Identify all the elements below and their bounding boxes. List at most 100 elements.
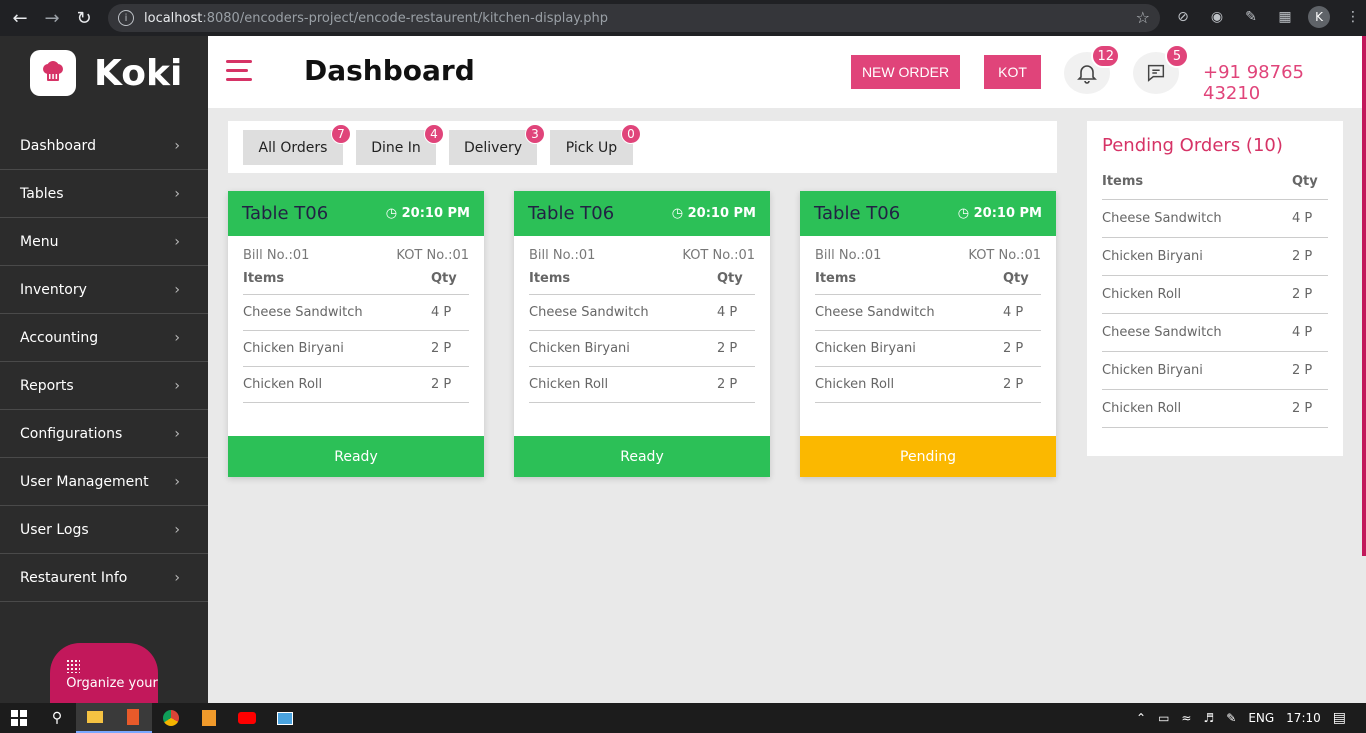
table-name: Table T06 — [814, 203, 901, 224]
sidebar-item-user-logs[interactable]: User Logs › — [0, 506, 208, 554]
item-name: Chicken Roll — [529, 377, 609, 392]
filter-count-badge: 7 — [331, 124, 351, 144]
bookmark-star-icon[interactable]: ☆ — [1136, 8, 1150, 27]
notifications-button[interactable]: 12 — [1064, 44, 1120, 94]
app-icon[interactable] — [114, 703, 152, 733]
filter-label: Pick Up — [565, 139, 618, 156]
sidebar-item-accounting[interactable]: Accounting › — [0, 314, 208, 362]
item-qty: 2 P — [431, 377, 452, 392]
sidebar-item-dashboard[interactable]: Dashboard › — [0, 122, 208, 170]
pen-icon[interactable]: ✎ — [1226, 711, 1236, 725]
list-item: Chicken Biryani 2 P — [1102, 238, 1328, 276]
sidebar-item-inventory[interactable]: Inventory › — [0, 266, 208, 314]
filter-pick-up[interactable]: Pick Up 0 — [550, 124, 641, 165]
kot-button[interactable]: KOT — [984, 55, 1041, 89]
sidebar-item-tables[interactable]: Tables › — [0, 170, 208, 218]
file-explorer-icon[interactable] — [76, 703, 114, 733]
order-time: ◷ 20:10 PM — [672, 206, 756, 221]
order-time-text: 20:10 PM — [973, 206, 1042, 221]
order-card: Table T06 ◷ 20:10 PM Bill No.:01 KOT No.:… — [514, 191, 770, 477]
item-qty: 4 P — [431, 305, 452, 320]
item-name: Chicken Biryani — [529, 341, 630, 356]
browser-menu-icon[interactable]: ⋮ — [1342, 6, 1364, 28]
sidebar-item-configurations[interactable]: Configurations › — [0, 410, 208, 458]
chevron-right-icon: › — [174, 233, 180, 250]
back-icon[interactable]: ← — [8, 6, 32, 30]
browser-toolbar: ← → ↻ i localhost:8080/encoders-project/… — [0, 0, 1366, 36]
notification-center-icon[interactable]: ▤ — [1333, 710, 1346, 726]
windows-start-icon[interactable] — [0, 703, 38, 733]
forward-icon[interactable]: → — [40, 6, 64, 30]
chat-icon — [1147, 64, 1165, 82]
battery-icon[interactable]: ▭ — [1158, 711, 1169, 725]
list-item: Cheese Sandwitch 4 P — [529, 295, 755, 331]
clock[interactable]: 17:10 — [1286, 711, 1321, 725]
qty-header: Qty — [1292, 174, 1318, 189]
brand-logo[interactable]: Koki — [0, 36, 208, 110]
sublime-text-icon[interactable] — [190, 703, 228, 733]
camera-extension-icon[interactable]: ◉ — [1206, 6, 1228, 28]
site-info-icon[interactable]: i — [118, 10, 134, 26]
chrome-icon[interactable] — [152, 703, 190, 733]
item-qty: 2 P — [1292, 401, 1313, 416]
sidebar-item-label: Dashboard — [20, 137, 96, 154]
order-card-header: Table T06 ◷ 20:10 PM — [800, 191, 1056, 236]
system-tray: ⌃ ▭ ≈ ♬ ✎ ENG 17:10 ▤ — [1136, 703, 1366, 733]
status-ready-button[interactable]: Ready — [514, 436, 770, 477]
order-time: ◷ 20:10 PM — [958, 206, 1042, 221]
order-card-body: Bill No.:01 KOT No.:01 Items Qty Cheese Sa… — [800, 236, 1056, 436]
puzzle-extensions-icon[interactable]: ▦ — [1274, 6, 1296, 28]
items-header: Items — [529, 271, 571, 286]
sidebar-item-label: Menu — [20, 233, 59, 250]
filter-delivery[interactable]: Delivery 3 — [449, 124, 545, 165]
status-ready-button[interactable]: Ready — [228, 436, 484, 477]
item-qty: 2 P — [717, 377, 738, 392]
list-item: Chicken Roll 2 P — [1102, 276, 1328, 314]
item-qty: 4 P — [717, 305, 738, 320]
block-extension-icon[interactable]: ⊘ — [1172, 6, 1194, 28]
sidebar-item-restaurent-info[interactable]: Restaurent Info › — [0, 554, 208, 602]
sidebar-item-user-management[interactable]: User Management › — [0, 458, 208, 506]
scrollbar-accent[interactable] — [1362, 36, 1366, 556]
address-bar[interactable]: i localhost:8080/encoders-project/encode… — [108, 4, 1160, 32]
wifi-icon[interactable]: ≈ — [1181, 711, 1191, 725]
items-header: Items — [815, 271, 857, 286]
top-bar: Dashboard NEW ORDER KOT 12 5 +91 98765 4… — [208, 36, 1364, 108]
filter-dine-in[interactable]: Dine In 4 — [356, 124, 444, 165]
filter-all-orders[interactable]: All Orders 7 — [243, 124, 351, 165]
notifications-badge: 12 — [1091, 44, 1120, 68]
messages-button[interactable]: 5 — [1133, 44, 1189, 94]
sidebar-menu: Dashboard › Tables › Menu › Inventory › Acco… — [0, 122, 208, 602]
pending-orders-title: Pending Orders (10) — [1102, 135, 1283, 156]
filter-label: Dine In — [371, 139, 421, 156]
new-order-button[interactable]: NEW ORDER — [851, 55, 960, 89]
order-card-header: Table T06 ◷ 20:10 PM — [228, 191, 484, 236]
sidebar-item-reports[interactable]: Reports › — [0, 362, 208, 410]
order-time-text: 20:10 PM — [401, 206, 470, 221]
search-icon[interactable]: ⚲ — [38, 703, 76, 733]
volume-icon[interactable]: ♬ — [1203, 711, 1214, 725]
url-host: localhost — [144, 10, 203, 26]
sidebar-item-menu[interactable]: Menu › — [0, 218, 208, 266]
table-name: Table T06 — [528, 203, 615, 224]
item-qty: 2 P — [1003, 377, 1024, 392]
url-text: localhost:8080/encoders-project/encode-r… — [144, 11, 608, 26]
list-item: Chicken Roll 2 P — [815, 367, 1041, 403]
hamburger-menu-icon[interactable] — [226, 60, 252, 82]
youtube-icon[interactable] — [228, 703, 266, 733]
pen-extension-icon[interactable]: ✎ — [1240, 6, 1262, 28]
status-pending-button[interactable]: Pending — [800, 436, 1056, 477]
qty-header: Qty — [431, 271, 457, 286]
phone-number[interactable]: +91 98765 43210 — [1203, 62, 1364, 104]
chevron-up-icon[interactable]: ⌃ — [1136, 711, 1146, 725]
bill-number: Bill No.:01 — [529, 248, 596, 263]
profile-avatar[interactable]: K — [1308, 6, 1330, 28]
language-indicator[interactable]: ENG — [1248, 711, 1274, 725]
organize-promo[interactable]: Organize your — [50, 643, 158, 703]
reload-icon[interactable]: ↻ — [72, 6, 96, 30]
item-name: Chicken Biryani — [815, 341, 916, 356]
order-card: Table T06 ◷ 20:10 PM Bill No.:01 KOT No.:… — [228, 191, 484, 477]
taskbar: ⚲ ⌃ ▭ ≈ ♬ ✎ ENG 17:10 ▤ — [0, 703, 1366, 733]
order-card-header: Table T06 ◷ 20:10 PM — [514, 191, 770, 236]
photos-icon[interactable] — [266, 703, 304, 733]
